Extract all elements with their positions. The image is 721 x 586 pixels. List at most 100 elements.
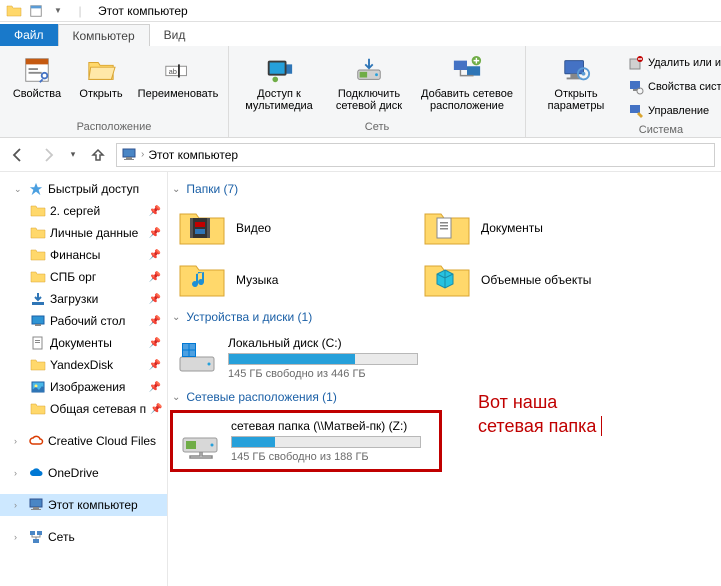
system-props-label: Свойства системы xyxy=(648,81,721,93)
folder-documents[interactable]: Документы xyxy=(415,202,660,254)
sidebar-item[interactable]: 2. сергей📌 xyxy=(0,200,167,222)
map-drive-icon xyxy=(353,54,385,86)
recent-dropdown[interactable]: ▾ xyxy=(66,143,80,167)
breadcrumb-chevron[interactable]: › xyxy=(141,149,144,160)
ribbon-group-location: Свойства Открыть ab Переименовать Распол… xyxy=(0,46,229,137)
manage-label: Управление xyxy=(648,105,709,117)
settings-label: Открыть параметры xyxy=(534,88,618,112)
media-icon xyxy=(263,54,295,86)
capacity-bar xyxy=(228,353,418,365)
quick-access-label: Быстрый доступ xyxy=(48,182,139,196)
pin-icon: 📌 xyxy=(149,382,161,393)
group-header-netloc[interactable]: ⌄ Сетевые расположения (1) xyxy=(172,390,717,404)
star-icon xyxy=(28,181,44,197)
sidebar-item-desktop[interactable]: Рабочий стол📌 xyxy=(0,310,167,332)
sidebar-item-documents[interactable]: Документы📌 xyxy=(0,332,167,354)
rename-button[interactable]: ab Переименовать xyxy=(136,50,220,100)
chevron-right-icon[interactable]: › xyxy=(14,500,24,510)
chevron-down-icon[interactable]: ⌄ xyxy=(172,312,180,323)
drive-subtitle: 145 ГБ свободно из 446 ГБ xyxy=(228,368,418,380)
folder-music[interactable]: Музыка xyxy=(170,254,415,306)
folder-icon xyxy=(30,401,46,417)
pin-icon: 📌 xyxy=(149,316,161,327)
sidebar-network[interactable]: › Сеть xyxy=(0,526,167,548)
map-drive-label: Подключить сетевой диск xyxy=(327,88,411,112)
forward-button[interactable] xyxy=(36,143,60,167)
add-network-icon xyxy=(451,54,483,86)
body: ⌄ Быстрый доступ 2. сергей📌 Личные данны… xyxy=(0,172,721,586)
group-label-location: Расположение xyxy=(8,119,220,135)
manage-button[interactable]: Управление xyxy=(624,100,721,122)
media-access-button[interactable]: Доступ к мультимедиа xyxy=(237,50,321,112)
uninstall-button[interactable]: Удалить или изменить про xyxy=(624,52,721,74)
system-properties-button[interactable]: Свойства системы xyxy=(624,76,721,98)
videos-icon xyxy=(178,208,226,248)
properties-button[interactable]: Свойства xyxy=(8,50,66,100)
tab-view[interactable]: Вид xyxy=(150,24,200,46)
3d-objects-icon xyxy=(423,260,471,300)
folder-icon xyxy=(30,203,46,219)
system-props-icon xyxy=(628,79,644,95)
breadcrumb-root[interactable]: Этот компьютер xyxy=(148,148,238,162)
open-settings-button[interactable]: Открыть параметры xyxy=(534,50,618,112)
folder-icon xyxy=(30,247,46,263)
sidebar-quick-access[interactable]: ⌄ Быстрый доступ xyxy=(0,178,167,200)
folder-3d-objects[interactable]: Объемные объекты xyxy=(415,254,660,306)
drive-local-c[interactable]: Локальный диск (C:) 145 ГБ свободно из 4… xyxy=(170,330,418,386)
address-bar[interactable]: › Этот компьютер xyxy=(116,143,715,167)
properties-label: Свойства xyxy=(13,88,61,100)
this-pc-icon xyxy=(121,147,137,163)
ribbon-group-network: Доступ к мультимедиа Подключить сетевой … xyxy=(229,46,526,137)
navigation-pane[interactable]: ⌄ Быстрый доступ 2. сергей📌 Личные данны… xyxy=(0,172,168,586)
chevron-down-icon[interactable]: ⌄ xyxy=(172,392,180,403)
uninstall-icon xyxy=(628,55,644,71)
sidebar-item[interactable]: Общая сетевая п📌 xyxy=(0,398,167,420)
sidebar-item[interactable]: Финансы📌 xyxy=(0,244,167,266)
tab-file[interactable]: Файл xyxy=(0,24,58,46)
properties-qat-icon[interactable] xyxy=(26,1,46,21)
add-network-button[interactable]: Добавить сетевое расположение xyxy=(417,50,517,112)
local-disk-icon xyxy=(176,337,218,379)
sidebar-item-pictures[interactable]: Изображения📌 xyxy=(0,376,167,398)
separator: | xyxy=(70,1,90,21)
map-drive-button[interactable]: Подключить сетевой диск xyxy=(327,50,411,112)
open-label: Открыть xyxy=(79,88,122,100)
qat-dropdown-icon[interactable]: ▼ xyxy=(48,1,68,21)
settings-icon xyxy=(560,54,592,86)
folder-videos[interactable]: Видео xyxy=(170,202,415,254)
sidebar-onedrive[interactable]: › OneDrive xyxy=(0,462,167,484)
pin-icon: 📌 xyxy=(150,404,162,415)
sidebar-item[interactable]: YandexDisk📌 xyxy=(0,354,167,376)
folder-icon xyxy=(30,357,46,373)
sidebar-creative-cloud[interactable]: › Creative Cloud Files xyxy=(0,430,167,452)
chevron-down-icon[interactable]: ⌄ xyxy=(14,184,24,195)
back-button[interactable] xyxy=(6,143,30,167)
downloads-icon xyxy=(30,291,46,307)
chevron-down-icon[interactable]: ⌄ xyxy=(172,184,180,195)
sidebar-item-downloads[interactable]: Загрузки📌 xyxy=(0,288,167,310)
add-network-label: Добавить сетевое расположение xyxy=(417,88,517,112)
navigation-row: ▾ › Этот компьютер xyxy=(0,138,721,172)
folder-icon xyxy=(4,1,24,21)
content-pane[interactable]: ⌄ Папки (7) Видео Документы xyxy=(168,172,721,586)
sidebar-item[interactable]: Личные данные📌 xyxy=(0,222,167,244)
group-header-drives[interactable]: ⌄ Устройства и диски (1) xyxy=(172,310,717,324)
manage-icon xyxy=(628,103,644,119)
chevron-right-icon[interactable]: › xyxy=(14,532,24,542)
rename-icon: ab xyxy=(162,54,194,86)
ribbon-tabs: Файл Компьютер Вид xyxy=(0,22,721,46)
chevron-right-icon[interactable]: › xyxy=(14,468,24,478)
pin-icon: 📌 xyxy=(149,360,161,371)
sidebar-item[interactable]: СПБ орг📌 xyxy=(0,266,167,288)
drive-title: Локальный диск (C:) xyxy=(228,336,418,350)
group-header-folders[interactable]: ⌄ Папки (7) xyxy=(172,182,717,196)
open-button[interactable]: Открыть xyxy=(72,50,130,100)
drive-network-z[interactable]: сетевая папка (\\Матвей-пк) (Z:) 145 ГБ … xyxy=(170,410,442,472)
sidebar-this-pc[interactable]: › Этот компьютер xyxy=(0,494,167,516)
up-button[interactable] xyxy=(86,143,110,167)
music-icon xyxy=(178,260,226,300)
pin-icon: 📌 xyxy=(149,206,161,217)
tab-computer[interactable]: Компьютер xyxy=(58,24,150,46)
rename-label: Переименовать xyxy=(138,88,219,100)
chevron-right-icon[interactable]: › xyxy=(14,436,24,446)
